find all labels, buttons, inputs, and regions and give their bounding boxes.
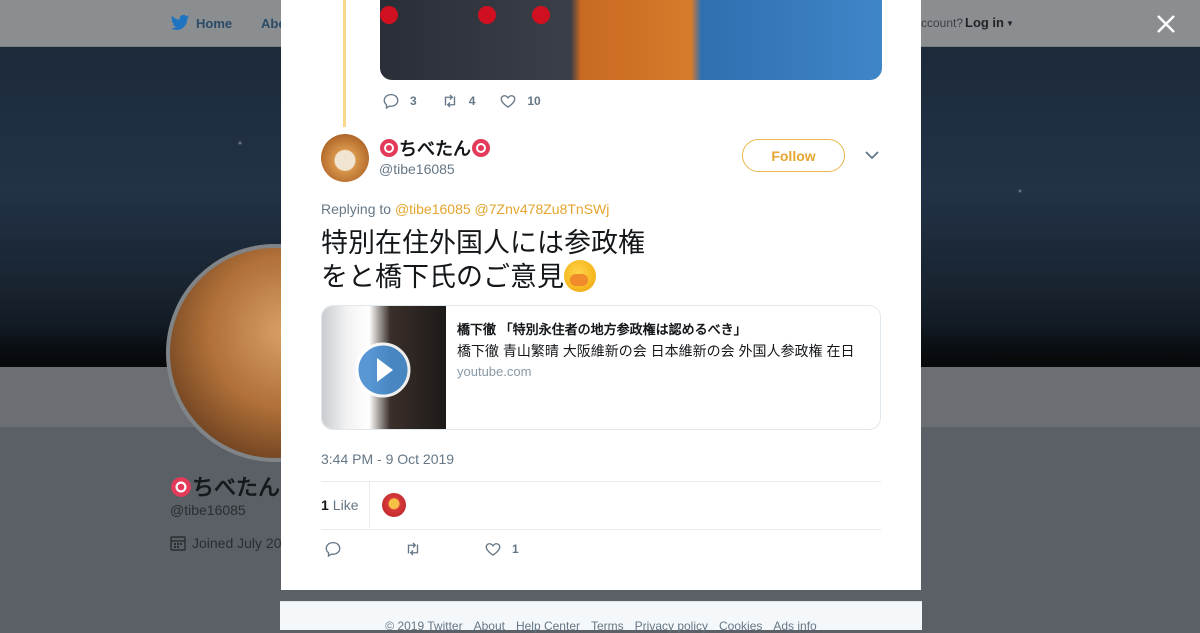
profile-name-text: ちべたん xyxy=(192,475,281,500)
decoration-flower xyxy=(532,6,550,24)
flower-emoji-icon xyxy=(472,139,490,157)
play-icon[interactable] xyxy=(355,342,411,398)
like-count: 10 xyxy=(527,94,541,108)
replying-to-line: Replying to @tibe16085 @7Znv478Zu8TnSWj xyxy=(321,201,609,217)
have-account-text: ccount? xyxy=(921,16,964,30)
twitter-bird-icon xyxy=(170,14,190,30)
login-link[interactable]: Log in ▼ xyxy=(965,15,1014,30)
mention-link[interactable]: @tibe16085 xyxy=(395,201,471,217)
tweet-text-line: 特別在住外国人には参政権 xyxy=(321,228,645,258)
retweet-button[interactable] xyxy=(404,540,484,558)
like-count: 1 xyxy=(512,542,519,556)
calendar-icon xyxy=(170,536,186,551)
tweet-stats: 1 Like xyxy=(321,481,881,530)
footer-link-about[interactable]: About xyxy=(474,619,505,633)
link-preview-card[interactable]: 橋下徹 「特別永住者の地方参政権は認めるべき」 橋下徹 青山繁晴 大阪維新の会 … xyxy=(321,305,881,430)
profile-joined-text: Joined July 20 xyxy=(192,535,282,551)
heart-icon xyxy=(500,95,516,108)
video-thumbnail xyxy=(322,306,446,429)
like-button[interactable]: 1 xyxy=(484,540,519,558)
footer-link-help-center[interactable]: Help Center xyxy=(516,619,580,633)
retweet-icon xyxy=(407,542,419,556)
footer-link-terms[interactable]: Terms xyxy=(591,619,624,633)
tweet-permalink-modal: 3 4 10 ちべたん @tibe16085 Follow Replying t… xyxy=(281,0,921,590)
thread-connector-line xyxy=(343,0,346,127)
like-stat-count: 1 xyxy=(321,497,329,513)
flower-emoji-icon xyxy=(171,477,191,497)
profile-handle: @tibe16085 xyxy=(170,502,246,518)
heart-icon xyxy=(485,543,501,556)
author-avatar[interactable] xyxy=(321,134,369,182)
retweet-count: 4 xyxy=(468,94,476,108)
like-button[interactable]: 10 xyxy=(499,92,541,110)
login-label: Log in xyxy=(965,15,1004,30)
face-emoji-icon xyxy=(564,260,596,292)
tweet-actions: 1 xyxy=(324,540,519,558)
retweet-icon xyxy=(444,94,455,108)
tweet-author-header: ちべたん @tibe16085 Follow xyxy=(321,134,881,184)
profile-joined: Joined July 20 xyxy=(170,535,282,551)
card-domain: youtube.com xyxy=(457,364,532,379)
reply-icon xyxy=(383,93,399,110)
decoration-flower xyxy=(478,6,496,24)
divider xyxy=(369,482,370,528)
footer-link-ads-info[interactable]: Ads info xyxy=(773,619,816,633)
author-handle[interactable]: @tibe16085 xyxy=(379,161,455,177)
reply-icon xyxy=(325,541,341,558)
nav-home-label: Home xyxy=(196,15,233,31)
close-icon[interactable] xyxy=(1154,12,1178,36)
like-stat-label: Like xyxy=(332,497,359,513)
reply-button[interactable]: 3 xyxy=(382,92,417,110)
tweet-timestamp[interactable]: 3:44 PM - 9 Oct 2019 xyxy=(321,451,454,467)
profile-name: ちべたん xyxy=(170,470,280,502)
nav-home-link[interactable]: Home xyxy=(170,14,232,32)
replying-prefix: Replying to xyxy=(321,201,392,217)
reply-count: 3 xyxy=(410,94,417,108)
flower-emoji-icon xyxy=(380,139,398,157)
chevron-down-icon[interactable] xyxy=(865,150,879,160)
decoration-flower xyxy=(380,6,398,24)
tweet-text-line: をと橋下氏のご意見 xyxy=(321,262,564,292)
follow-button[interactable]: Follow xyxy=(742,139,845,172)
card-description: 橋下徹 青山繁晴 大阪維新の会 日本維新の会 外国人参政権 在日 xyxy=(457,343,855,359)
liker-avatar[interactable] xyxy=(382,493,406,517)
mention-link[interactable]: @7Znv478Zu8TnSWj xyxy=(475,201,610,217)
tweet-text: 特別在住外国人には参政権 をと橋下氏のご意見 xyxy=(321,226,841,294)
footer-link-privacy[interactable]: Privacy policy xyxy=(635,619,708,633)
footer-copyright: © 2019 Twitter xyxy=(385,619,463,633)
previous-tweet-media[interactable] xyxy=(380,0,882,80)
caret-down-icon: ▼ xyxy=(1006,19,1014,29)
card-title: 橋下徹 「特別永住者の地方参政権は認めるべき」 xyxy=(457,322,747,337)
previous-tweet-actions: 3 4 10 xyxy=(382,92,565,110)
modal-footer: © 2019 Twitter About Help Center Terms P… xyxy=(280,601,922,633)
like-stat[interactable]: 1 Like xyxy=(321,497,358,513)
author-name[interactable]: ちべたん xyxy=(379,135,491,161)
author-name-text: ちべたん xyxy=(399,139,471,159)
reply-button[interactable] xyxy=(324,540,404,558)
retweet-button[interactable]: 4 xyxy=(441,92,476,110)
footer-link-cookies[interactable]: Cookies xyxy=(719,619,762,633)
